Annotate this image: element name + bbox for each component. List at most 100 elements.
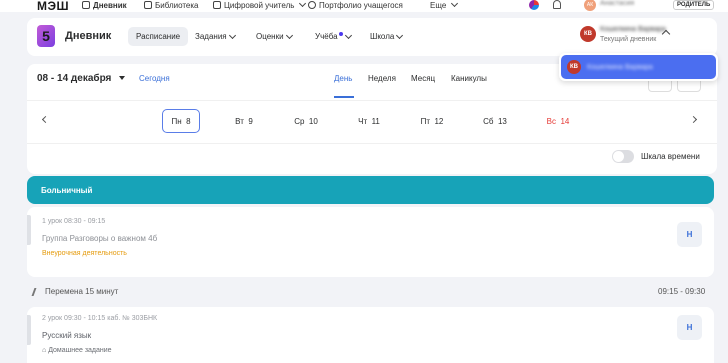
divider — [27, 100, 717, 101]
chevron-down-icon — [228, 31, 236, 39]
nav-portfolio[interactable]: Портфолио учащегося — [308, 0, 403, 10]
timescale-label: Шкала времени — [641, 152, 700, 161]
student-name: Кошелкина Варвара — [600, 26, 666, 33]
mesh-logo[interactable]: МЭШ — [37, 0, 69, 13]
lesson-time: 2 урок 09:30 - 10:15 каб. № 303БНК — [42, 315, 158, 322]
caret-down-icon[interactable] — [119, 76, 125, 80]
homework-label: Домашнее задание — [48, 347, 112, 354]
day-sat[interactable]: Сб 13 — [478, 109, 512, 133]
nav-digital-teacher-label: Цифровой учитель — [224, 0, 295, 10]
diary-icon — [82, 1, 90, 9]
student-avatar: КВ — [580, 26, 596, 42]
nav-digital-teacher[interactable]: Цифровой учитель — [213, 0, 307, 10]
day-mon[interactable]: Пн 8 — [162, 109, 200, 133]
chevron-down-icon — [451, 0, 459, 8]
break-time: 09:15 - 09:30 — [658, 287, 706, 296]
tab-study[interactable]: Учёба — [307, 27, 359, 46]
break-label: Перемена 15 минут — [45, 287, 119, 296]
nav-library[interactable]: Библиотека — [144, 0, 199, 10]
chevron-left-icon[interactable] — [41, 115, 50, 124]
tab-assignments[interactable]: Задания — [187, 27, 243, 46]
view-week[interactable]: Неделя — [368, 74, 396, 83]
user-avatar[interactable]: АК — [584, 0, 596, 11]
student-switcher[interactable]: КВ Кошелкина Варвара Текущий дневник — [580, 26, 666, 43]
view-day[interactable]: День — [334, 74, 352, 83]
nav-library-label: Библиотека — [155, 0, 199, 10]
absence-badge[interactable]: Н — [677, 315, 702, 340]
day-tue[interactable]: Вт 9 — [227, 109, 261, 133]
day-label: Вт — [235, 116, 244, 126]
student-subtitle: Текущий дневник — [600, 36, 657, 43]
view-holidays[interactable]: Каникулы — [451, 74, 487, 83]
sick-leave-label: Больничный — [41, 185, 93, 195]
nav-diary-label: Дневник — [93, 0, 127, 10]
tab-study-label: Учёба — [315, 32, 338, 41]
lesson-tag: Внеурочная деятельность — [42, 250, 127, 257]
nav-diary[interactable]: Дневник — [82, 0, 127, 10]
break-info: Перемена 15 минут — [31, 287, 119, 296]
tab-grades-label: Оценки — [256, 32, 284, 41]
lesson-card[interactable]: 2 урок 09:30 - 10:15 каб. № 303БНК Русск… — [27, 307, 714, 363]
tab-school-label: Школа — [370, 32, 395, 41]
chevron-down-icon — [344, 31, 352, 39]
lesson-indicator — [27, 215, 31, 245]
portfolio-icon — [308, 1, 316, 9]
student-option-name: Кошелкина Варвара — [587, 63, 653, 71]
absence-badge[interactable]: Н — [677, 222, 702, 247]
student-option-avatar: КВ — [567, 60, 581, 74]
notification-dot — [338, 31, 343, 36]
cube-icon — [213, 1, 221, 9]
top-bar: МЭШ Дневник Библиотека Цифровой учитель … — [0, 0, 728, 13]
role-badge[interactable]: РОДИТЕЛЬ — [673, 0, 715, 10]
day-number: 12 — [434, 116, 444, 126]
tab-schedule-label: Расписание — [136, 32, 181, 41]
day-number: 10 — [308, 116, 318, 126]
day-number: 8 — [186, 116, 191, 126]
day-label: Ср — [294, 116, 305, 126]
sick-leave-banner: Больничный — [27, 176, 714, 204]
day-fri[interactable]: Пт 12 — [415, 109, 449, 133]
nav-more[interactable]: Еще — [430, 0, 459, 10]
day-wed[interactable]: Ср 10 — [289, 109, 323, 133]
lesson-subject: Русский язык — [42, 331, 92, 340]
tab-schedule[interactable]: Расписание — [128, 27, 189, 46]
day-sun[interactable]: Вс 14 — [541, 109, 575, 133]
active-view-indicator — [334, 96, 354, 98]
page-title: Дневник — [65, 30, 112, 42]
tab-grades[interactable]: Оценки — [248, 27, 300, 46]
divider — [27, 143, 717, 144]
day-thu[interactable]: Чт 11 — [352, 109, 386, 133]
home-icon: ⌂ — [42, 347, 47, 354]
student-option[interactable]: КВ Кошелкина Варвара — [561, 55, 716, 79]
services-icon[interactable] — [529, 0, 539, 10]
book-icon — [144, 1, 152, 9]
chevron-down-icon — [299, 0, 307, 8]
lesson-time: 1 урок 08:30 - 09:15 — [42, 218, 106, 225]
week-range[interactable]: 08 - 14 декабря — [37, 73, 111, 84]
lesson-indicator — [27, 315, 31, 345]
student-dropdown: КВ Кошелкина Варвара — [559, 53, 718, 81]
day-number: 14 — [560, 116, 570, 126]
chevron-down-icon — [285, 31, 293, 39]
day-number: 11 — [371, 116, 380, 126]
nav-more-label: Еще — [430, 0, 447, 10]
day-label: Вс — [546, 116, 556, 126]
diary-logo: 5 — [37, 25, 55, 47]
lesson-card[interactable]: 1 урок 08:30 - 09:15 Группа Разговоры о … — [27, 207, 714, 277]
day-label: Пт — [420, 116, 431, 126]
user-name[interactable]: Анастасия — [600, 0, 634, 7]
timescale-toggle[interactable] — [612, 150, 634, 163]
view-month[interactable]: Месяц — [411, 74, 435, 83]
homework-row[interactable]: ⌂ Домашнее задание — [42, 347, 112, 354]
today-link[interactable]: Сегодня — [139, 74, 170, 83]
tab-school[interactable]: Школа — [362, 27, 410, 46]
lesson-subject: Группа Разговоры о важном 4б — [42, 234, 158, 243]
bell-icon[interactable] — [553, 0, 561, 9]
day-label: Пн — [171, 116, 182, 126]
day-number: 13 — [497, 116, 507, 126]
chevron-right-icon[interactable] — [689, 115, 698, 124]
chevron-down-icon — [396, 31, 404, 39]
day-label: Сб — [483, 116, 494, 126]
tab-assignments-label: Задания — [195, 32, 227, 41]
diary-header: 5 Дневник Расписание Задания Оценки Учёб… — [27, 18, 717, 56]
